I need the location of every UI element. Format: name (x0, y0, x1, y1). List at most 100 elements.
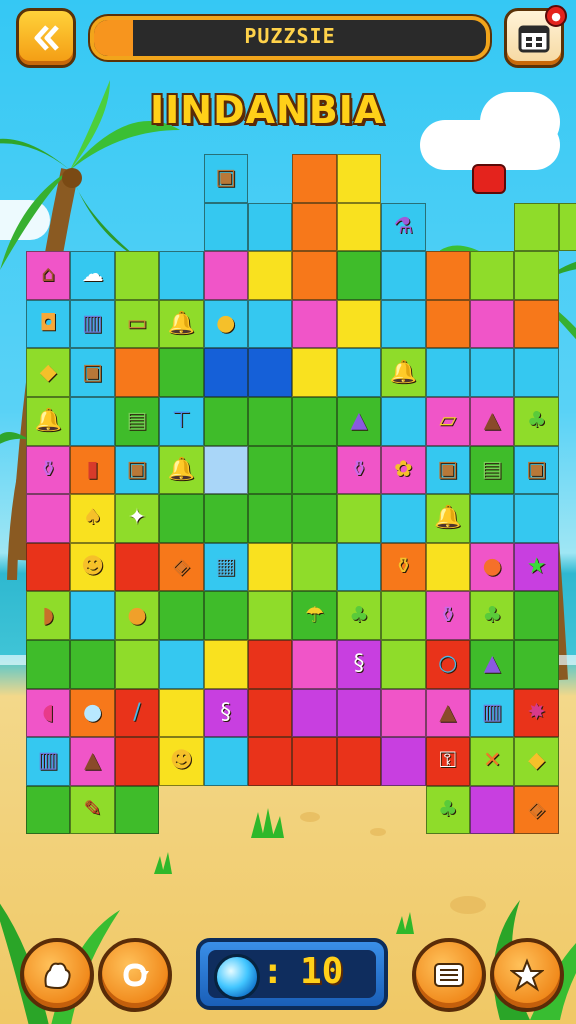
board-cell[interactable] (292, 737, 337, 786)
board-cell[interactable]: ♣ (336, 591, 382, 640)
board-cell[interactable] (70, 397, 115, 446)
board-cell[interactable] (292, 640, 337, 689)
board-cell[interactable]: 🔔 (425, 494, 470, 543)
board-cell[interactable]: / (114, 688, 160, 738)
board-cell[interactable] (203, 445, 248, 495)
board-cell[interactable]: ◖ (26, 688, 71, 738)
board-cell[interactable]: 🔔 (26, 397, 71, 446)
board-cell[interactable]: ● (114, 591, 160, 640)
board-cell[interactable] (425, 348, 470, 397)
board-cell[interactable]: ▱ (425, 397, 470, 446)
board-cell[interactable]: ● (203, 299, 248, 349)
board-cell[interactable] (470, 494, 515, 543)
board-cell[interactable] (336, 494, 382, 543)
board-cell[interactable]: ▣ (425, 445, 470, 495)
board-cell[interactable] (381, 251, 426, 300)
board-cell[interactable] (248, 299, 293, 349)
board-cell[interactable] (248, 397, 293, 446)
board-cell[interactable]: ☁ (70, 251, 115, 300)
board-cell[interactable]: 🔔 (381, 348, 426, 397)
board-cell[interactable]: ○ (425, 640, 470, 689)
board-cell[interactable]: ◆ (514, 737, 559, 786)
board-cell[interactable]: ★ (514, 542, 559, 592)
board-cell[interactable] (70, 591, 115, 640)
board-cell[interactable] (292, 154, 337, 203)
board-cell[interactable] (114, 640, 160, 689)
board-cell[interactable] (159, 640, 204, 689)
board-cell[interactable] (248, 202, 293, 252)
board-cell[interactable] (470, 299, 515, 349)
board-cell[interactable]: ♣ (425, 785, 470, 835)
board-cell[interactable] (514, 251, 559, 300)
board-cell[interactable] (292, 542, 337, 592)
board-cell[interactable]: ▣ (114, 445, 160, 495)
hand-button[interactable] (20, 938, 94, 1012)
board-cell[interactable]: ▣ (203, 154, 248, 203)
board-cell[interactable] (248, 494, 293, 543)
board-cell[interactable]: ⌂ (26, 251, 71, 300)
list-button[interactable] (412, 938, 486, 1012)
board-cell[interactable] (381, 688, 426, 738)
board-cell[interactable] (248, 737, 293, 786)
board-cell[interactable]: ☻ (159, 737, 204, 786)
board-cell[interactable]: ▲ (425, 688, 470, 738)
board-cell[interactable] (203, 348, 248, 397)
board-cell[interactable] (514, 202, 559, 252)
board-cell[interactable]: ▤ (470, 445, 515, 495)
board-cell[interactable] (203, 640, 248, 689)
board-cell[interactable] (203, 737, 248, 786)
board-cell[interactable] (425, 299, 470, 349)
board-cell[interactable] (514, 348, 559, 397)
board-cell[interactable]: ▮ (70, 445, 115, 495)
board-cell[interactable] (159, 251, 204, 300)
board-cell[interactable]: ▤ (114, 397, 160, 446)
board-cell[interactable] (114, 348, 160, 397)
board-cell[interactable] (381, 494, 426, 543)
board-cell[interactable] (26, 785, 71, 835)
board-cell[interactable]: ✿ (381, 445, 426, 495)
board-cell[interactable] (248, 591, 293, 640)
board-cell[interactable] (381, 591, 426, 640)
board-cell[interactable]: 🔔 (159, 445, 204, 495)
board-cell[interactable]: ✕ (470, 737, 515, 786)
board-cell[interactable]: ♠ (70, 494, 115, 543)
board-cell[interactable] (248, 640, 293, 689)
board-cell[interactable]: ▦ (203, 542, 248, 592)
board-cell[interactable]: ♣ (514, 397, 559, 446)
board-cell[interactable] (336, 299, 382, 349)
board-cell[interactable]: ⚗ (381, 202, 426, 252)
board-cell[interactable] (114, 785, 160, 835)
board-cell[interactable]: ◆ (26, 348, 71, 397)
board-cell[interactable]: ◈ (159, 542, 204, 592)
board-cell[interactable] (203, 251, 248, 300)
board-cell[interactable] (248, 542, 293, 592)
board-cell[interactable] (248, 688, 293, 738)
board-cell[interactable] (292, 688, 337, 738)
board-cell[interactable] (203, 494, 248, 543)
board-cell[interactable] (70, 640, 115, 689)
board-cell[interactable] (159, 591, 204, 640)
board-cell[interactable] (292, 348, 337, 397)
board-cell[interactable] (203, 397, 248, 446)
board-cell[interactable]: ▲ (70, 737, 115, 786)
board-cell[interactable] (381, 397, 426, 446)
board-cell[interactable]: ✸ (514, 688, 559, 738)
board-cell[interactable]: ▲ (336, 397, 382, 446)
board-cell[interactable]: ⚱ (26, 445, 71, 495)
board-cell[interactable]: ▥ (470, 688, 515, 738)
board-cell[interactable] (159, 348, 204, 397)
board-cell[interactable] (470, 348, 515, 397)
board-cell[interactable]: ✦ (114, 494, 160, 543)
board-cell[interactable] (159, 688, 204, 738)
board-cell[interactable] (381, 737, 426, 786)
board-cell[interactable] (26, 494, 71, 543)
board-cell[interactable] (248, 445, 293, 495)
board-cell[interactable]: ▣ (70, 348, 115, 397)
board-cell[interactable]: ⚱ (425, 591, 470, 640)
board-cell[interactable] (470, 251, 515, 300)
board-cell[interactable] (26, 542, 71, 592)
board-cell[interactable] (292, 299, 337, 349)
board-cell[interactable]: ⚿ (425, 737, 470, 786)
board-cell[interactable] (425, 542, 470, 592)
board-cell[interactable] (292, 445, 337, 495)
